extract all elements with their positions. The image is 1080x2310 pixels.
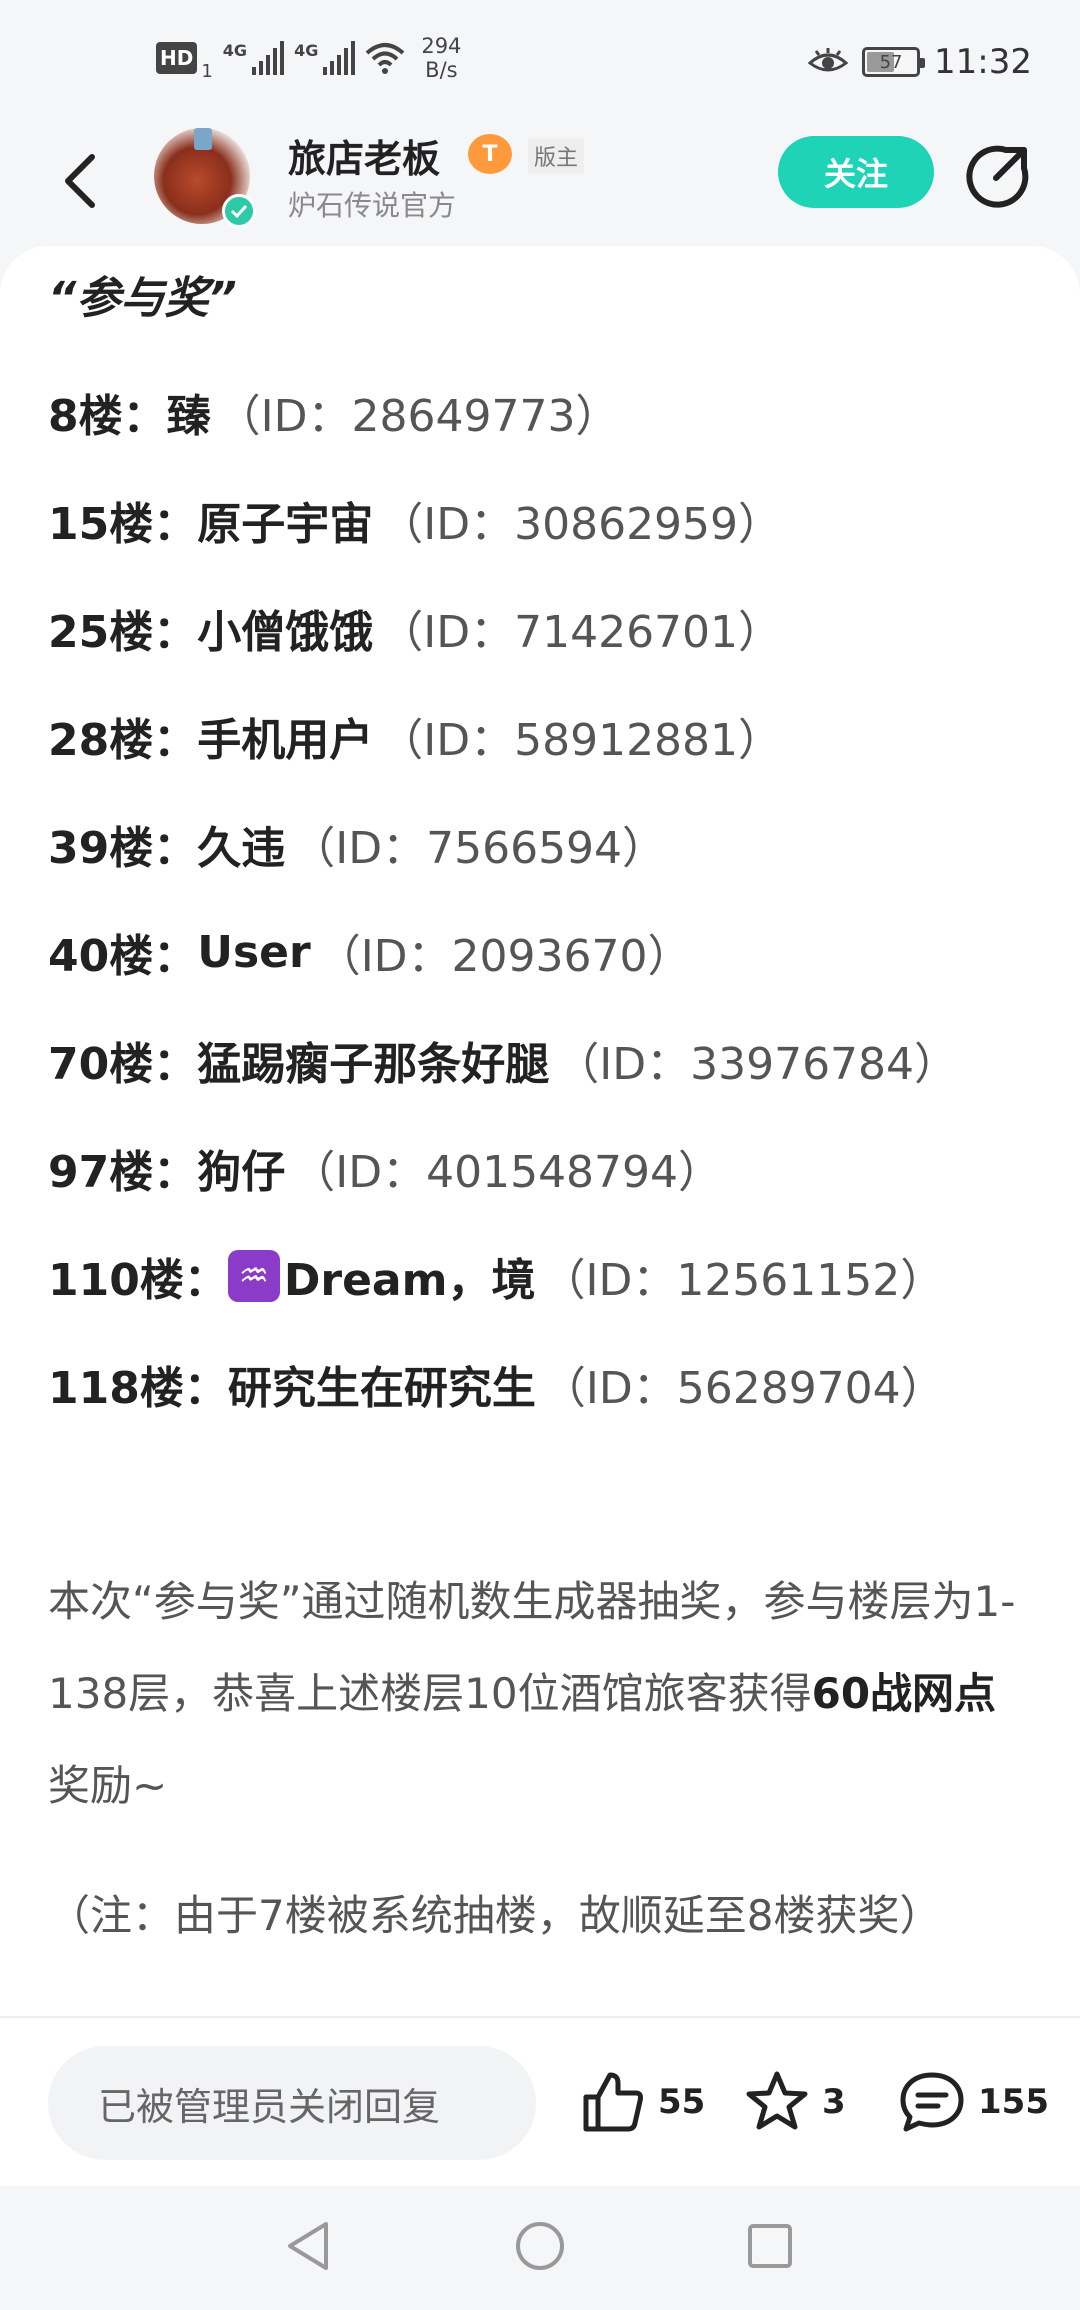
author-subtitle: 炉石传说官方 (288, 189, 457, 222)
status-bar: HD 1 4G 4G 294 B/s 57 11:32 (0, 0, 1080, 120)
wifi-icon (366, 43, 405, 74)
chevron-left-icon (65, 154, 95, 208)
floor-label: 40楼： (48, 931, 198, 982)
nav-back-button[interactable] (268, 2206, 348, 2286)
clock: 11:32 (934, 42, 1032, 82)
battery-level: 57 (879, 51, 903, 73)
winner-name: Dream，境 (283, 1255, 536, 1306)
winner-name: 久违 (197, 823, 286, 874)
winner-name: 手机用户 (197, 715, 374, 766)
battery-icon: 57 (862, 47, 926, 77)
back-button[interactable] (52, 146, 108, 216)
winner-id: （ID：7566594） (291, 823, 667, 874)
share-icon (966, 145, 1029, 208)
network-speed: 294 B/s (421, 34, 461, 82)
comment-icon (900, 2072, 964, 2132)
status-right: 57 11:32 (808, 42, 1032, 82)
network-type-1: 4G (222, 41, 248, 60)
winner-name: 狗仔 (197, 1147, 286, 1198)
comment-button[interactable]: 155 (898, 2064, 1049, 2140)
eye-comfort-icon (808, 48, 849, 72)
lottery-note: （注：由于7楼被系统抽楼，故顺延至8楼获奖） (48, 1891, 942, 1940)
floor-label: 15楼： (48, 499, 198, 550)
reward-amount: 60战网点 (811, 1669, 997, 1718)
aquarius-icon: ♒ (227, 1250, 280, 1302)
floor-label: 110楼： (48, 1255, 228, 1306)
floor-label: 70楼： (48, 1039, 198, 1090)
triangle-back-icon (288, 2222, 328, 2270)
list-item: 28楼： 手机用户 （ID：58912881） (48, 682, 958, 790)
winner-id: （ID：30862959） (379, 499, 783, 550)
lottery-description: 本次“参与奖”通过随机数生成器抽奖，参与楼层为1-138层，恭喜上述楼层10位酒… (48, 1556, 1032, 1832)
post-content: “参与奖” 8楼：臻（ID：28649773） 15楼： 原子宇宙 （ID：3086… (0, 246, 1080, 2016)
signal-icon: 4G (222, 41, 285, 75)
list-item: 118楼： 研究生在研究生 （ID：56289704） (48, 1330, 958, 1438)
winner-id: （ID：28649773） (216, 391, 620, 442)
list-item: 15楼： 原子宇宙 （ID：30862959） (48, 466, 958, 574)
winner-id: （ID：2093670） (316, 931, 692, 982)
nav-home-button[interactable] (500, 2206, 580, 2286)
network-type-2: 4G (294, 41, 319, 60)
winner-name: 小僧饿饿 (197, 607, 374, 658)
post-heading: “参与奖” (48, 273, 237, 324)
square-recents-icon (748, 2224, 792, 2268)
list-item: 25楼： 小僧饿饿 （ID：71426701） (48, 574, 958, 682)
winner-id: （ID：33976784） (555, 1039, 959, 1090)
floor-label: 25楼： (48, 607, 198, 658)
reply-input[interactable]: 已被管理员关闭回复 (48, 2046, 536, 2160)
winner-list: 8楼：臻（ID：28649773） 15楼： 原子宇宙 （ID：30862959） … (48, 358, 958, 1438)
winner-name: User (197, 926, 311, 978)
winner-id: （ID：12561152） (541, 1255, 945, 1306)
floor-label: 39楼： (48, 823, 198, 874)
hd-badge: HD (156, 42, 198, 74)
like-count: 55 (658, 2082, 706, 2122)
circle-home-icon (516, 2222, 564, 2270)
speed-unit: B/s (425, 58, 458, 82)
follow-button[interactable]: 关注 (778, 136, 934, 208)
system-navigation-bar (0, 2186, 1080, 2310)
winner-id: （ID：56289704） (541, 1363, 945, 1414)
winner-name: 原子宇宙 (197, 499, 374, 550)
winner-id: （ID：401548794） (291, 1147, 723, 1198)
list-item: 40楼： User （ID：2093670） (48, 898, 958, 1006)
level-badge: T (468, 134, 512, 174)
floor-label: 118楼： (48, 1363, 228, 1414)
post-header: 旅店老板 T 版主 炉石传说官方 关注 (0, 120, 1080, 250)
floor-label: 28楼： (48, 715, 198, 766)
comment-count: 155 (978, 2082, 1049, 2122)
thumbs-up-icon (583, 2072, 643, 2132)
nav-recents-button[interactable] (730, 2206, 810, 2286)
list-item: 39楼： 久违 （ID：7566594） (48, 790, 958, 898)
winner-name: 研究生在研究生 (227, 1363, 536, 1414)
list-item: 8楼：臻（ID：28649773） (48, 358, 958, 466)
winner-id: （ID：71426701） (379, 607, 783, 658)
list-item: 70楼： 猛踢瘸子那条好腿 （ID：33976784） (48, 1006, 958, 1114)
floor-label: 97楼： (48, 1147, 198, 1198)
author-name[interactable]: 旅店老板 (288, 128, 440, 183)
favorite-button[interactable]: 3 (744, 2064, 846, 2140)
verified-icon (222, 194, 256, 228)
winner-id: （ID：58912881） (379, 715, 783, 766)
signal-icon: 4G (294, 41, 356, 75)
sim-number: 1 (201, 61, 213, 82)
floor-label: 8楼： (48, 391, 167, 442)
like-button[interactable]: 55 (580, 2064, 705, 2140)
winner-name: 臻 (166, 391, 211, 442)
winner-name: 猛踢瘸子那条好腿 (197, 1039, 550, 1090)
list-item: 97楼： 狗仔 （ID：401548794） (48, 1114, 958, 1222)
speed-value: 294 (421, 34, 462, 58)
description-suffix: 奖励~ (48, 1761, 168, 1810)
bottom-action-bar: 已被管理员关闭回复 55 3 155 (0, 2016, 1080, 2186)
list-item: 110楼： ♒ Dream，境 （ID：12561152） (48, 1222, 958, 1330)
share-button[interactable] (966, 142, 1032, 208)
role-badge: 版主 (528, 138, 585, 174)
star-icon (746, 2071, 808, 2130)
favorite-count: 3 (822, 2082, 846, 2122)
status-left: HD 1 4G 4G 294 B/s (156, 34, 461, 82)
author-avatar[interactable] (154, 128, 256, 228)
